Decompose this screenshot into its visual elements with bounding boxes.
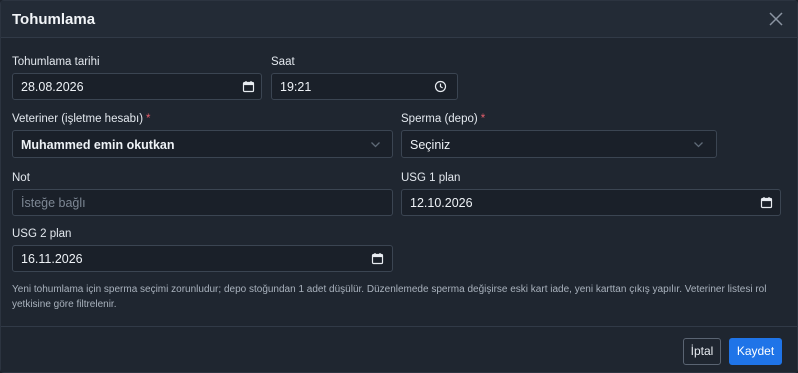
calendar-icon[interactable]	[371, 252, 384, 265]
help-text: Yeni tohumlama için sperma seçimi zorunl…	[12, 284, 767, 310]
semen-selected-value: Seçiniz	[410, 138, 451, 152]
veterinarian-select[interactable]: Muhammed emin okutkan	[12, 130, 393, 158]
semen-label: Sperma (depo) *	[401, 113, 485, 125]
semen-select[interactable]: Seçiniz	[401, 130, 717, 158]
veterinarian-selected-value: Muhammed emin okutkan	[21, 138, 175, 152]
required-mark: *	[480, 113, 486, 125]
modal-title: Tohumlama	[12, 11, 96, 28]
clock-icon[interactable]	[434, 80, 447, 93]
usg1-label: USG 1 plan	[401, 172, 461, 184]
usg1-date-value: 12.10.2026	[410, 196, 473, 210]
note-input[interactable]	[21, 196, 381, 210]
time-field[interactable]: 19:21	[271, 73, 458, 100]
insemination-date-label: Tohumlama tarihi	[12, 56, 100, 68]
usg2-date-field[interactable]: 16.11.2026	[12, 245, 393, 272]
time-value: 19:21	[280, 80, 312, 94]
modal-footer: İptal Kaydet	[1, 326, 797, 372]
save-button[interactable]: Kaydet	[729, 338, 782, 365]
calendar-icon[interactable]	[760, 196, 773, 209]
veterinarian-label: Veteriner (işletme hesabı) *	[12, 113, 151, 125]
insemination-modal: Tohumlama Tohumlama tarihi 28.08.2026 Sa…	[0, 0, 798, 373]
usg2-date-value: 16.11.2026	[21, 252, 83, 266]
note-field[interactable]	[12, 189, 393, 216]
cancel-button[interactable]: İptal	[683, 338, 721, 365]
veterinarian-label-text: Veteriner (işletme hesabı)	[12, 113, 144, 125]
chevron-down-icon	[369, 138, 382, 151]
close-button[interactable]	[765, 8, 787, 30]
time-label: Saat	[271, 56, 295, 68]
chevron-down-icon	[692, 138, 705, 151]
insemination-date-value: 28.08.2026	[21, 80, 84, 94]
calendar-icon[interactable]	[242, 80, 255, 93]
note-label: Not	[12, 172, 30, 184]
semen-label-text: Sperma (depo)	[401, 113, 478, 125]
close-icon	[769, 12, 783, 26]
modal-header: Tohumlama	[1, 1, 797, 38]
usg2-label: USG 2 plan	[12, 228, 72, 240]
insemination-date-field[interactable]: 28.08.2026	[12, 73, 262, 100]
required-mark: *	[146, 113, 151, 125]
usg1-date-field[interactable]: 12.10.2026	[401, 189, 781, 216]
